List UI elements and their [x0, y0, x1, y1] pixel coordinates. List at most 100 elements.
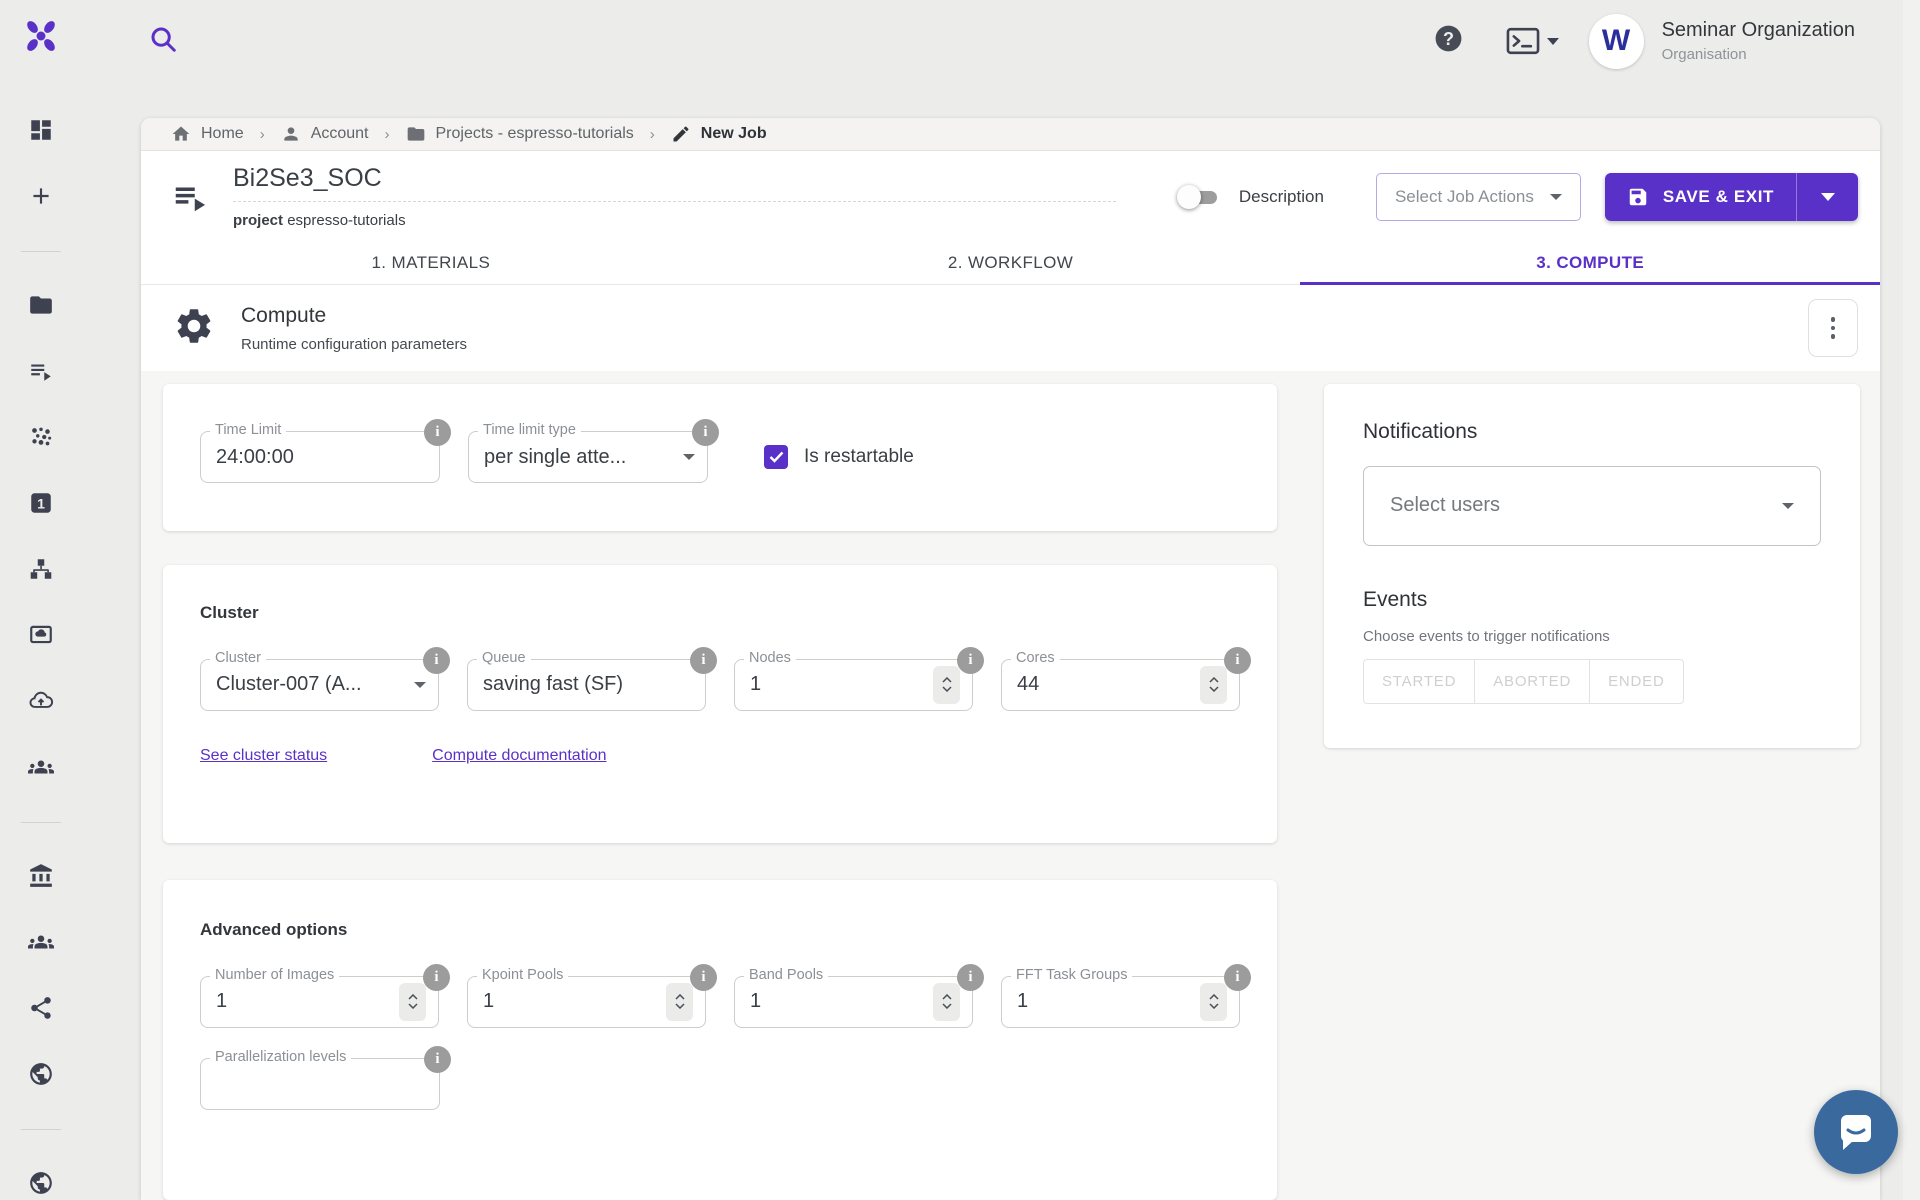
breadcrumb-separator: › — [260, 126, 265, 143]
info-icon[interactable]: i — [957, 647, 984, 674]
scrollbar-track[interactable] — [1903, 0, 1920, 1200]
field-value: Cluster-007 (A... — [216, 673, 408, 696]
info-icon[interactable]: i — [1224, 647, 1251, 674]
compute-docs-link[interactable]: Compute documentation — [432, 747, 606, 765]
field-label: FFT Task Groups — [1011, 967, 1132, 983]
folder-icon[interactable] — [28, 292, 54, 318]
breadcrumb-projects[interactable]: Projects - espresso-tutorials — [406, 124, 634, 144]
breadcrumb-label: Home — [201, 125, 244, 143]
number-spinner[interactable] — [1200, 666, 1227, 704]
chevron-down-icon — [1821, 193, 1835, 201]
number-of-images-stepper[interactable]: Number of Images i 1 — [200, 976, 439, 1028]
event-started-button[interactable]: STARTED — [1363, 659, 1475, 704]
select-users-dropdown[interactable]: Select users — [1363, 466, 1821, 546]
playlist-play-icon[interactable] — [28, 358, 54, 384]
breadcrumb-new-job: New Job — [671, 124, 767, 144]
number-spinner[interactable] — [1200, 983, 1227, 1021]
save-exit-button[interactable]: SAVE & EXIT — [1605, 173, 1796, 221]
organization-switcher[interactable]: Seminar Organization Organisation — [1662, 19, 1855, 63]
search-icon[interactable] — [148, 24, 178, 59]
playlist-play-icon — [171, 178, 209, 221]
project-line: project espresso-tutorials — [233, 212, 1116, 229]
breadcrumb-home[interactable]: Home — [171, 124, 244, 144]
share-icon[interactable] — [28, 995, 54, 1021]
parallelization-levels-field[interactable]: Parallelization levels i — [200, 1058, 440, 1110]
nodes-stepper[interactable]: Nodes i 1 — [734, 659, 973, 711]
globe-icon[interactable] — [28, 1061, 54, 1087]
breadcrumb-account[interactable]: Account — [281, 124, 369, 144]
fft-task-groups-stepper[interactable]: FFT Task Groups i 1 — [1001, 976, 1240, 1028]
number-spinner[interactable] — [399, 983, 426, 1021]
topbar: ? W Seminar Organization Organisation — [82, 0, 1920, 82]
field-label: Nodes — [744, 650, 796, 666]
kebab-menu-button[interactable] — [1808, 299, 1858, 357]
chevron-down-icon — [1782, 503, 1794, 509]
time-limit-type-select[interactable]: Time limit type i per single atte... — [468, 431, 708, 483]
advanced-heading: Advanced options — [200, 920, 1240, 940]
team-icon[interactable] — [28, 929, 54, 955]
job-header-actions: Description Select Job Actions SAVE & EX… — [1177, 173, 1858, 221]
description-toggle[interactable] — [1177, 185, 1221, 209]
image-cloud-icon[interactable] — [28, 622, 54, 648]
info-icon[interactable]: i — [423, 647, 450, 674]
field-value: 1 — [216, 990, 399, 1013]
time-limit-field[interactable]: Time Limit i 24:00:00 — [200, 431, 440, 483]
chevron-down-icon — [1550, 194, 1562, 200]
people-group-icon[interactable] — [28, 754, 54, 780]
avatar[interactable]: W — [1589, 14, 1644, 69]
cluster-status-link[interactable]: See cluster status — [200, 747, 327, 765]
event-aborted-button[interactable]: ABORTED — [1475, 659, 1590, 704]
queue-field[interactable]: Queue i saving fast (SF) — [467, 659, 706, 711]
app-logo-icon[interactable] — [23, 18, 59, 59]
bank-icon[interactable] — [28, 863, 54, 889]
tab-workflow[interactable]: 2. WORKFLOW — [721, 242, 1301, 284]
is-restartable-checkbox[interactable]: Is restartable — [764, 445, 914, 469]
breadcrumb-label: Account — [311, 125, 369, 143]
cluster-heading: Cluster — [200, 603, 1240, 623]
sidebar: 1 — [0, 0, 82, 1200]
breadcrumb: Home › Account › Projects - espresso-tut… — [141, 118, 1880, 151]
field-label: Number of Images — [210, 967, 339, 983]
gear-icon — [173, 305, 215, 352]
job-actions-dropdown[interactable]: Select Job Actions — [1376, 173, 1581, 221]
cluster-panel: Cluster Cluster i Cluster-007 (A... Queu… — [163, 565, 1277, 843]
tab-compute[interactable]: 3. COMPUTE — [1300, 242, 1880, 284]
cores-stepper[interactable]: Cores i 44 — [1001, 659, 1240, 711]
cluster-select[interactable]: Cluster i Cluster-007 (A... — [200, 659, 439, 711]
kpoint-pools-stepper[interactable]: Kpoint Pools i 1 — [467, 976, 706, 1028]
number-spinner[interactable] — [666, 983, 693, 1021]
molecule-dots-icon[interactable] — [28, 424, 54, 450]
chat-bubble-button[interactable] — [1814, 1090, 1898, 1174]
number-spinner[interactable] — [933, 983, 960, 1021]
sidebar-divider — [21, 822, 61, 823]
folder-icon — [406, 124, 426, 144]
info-icon[interactable]: i — [424, 419, 451, 446]
info-icon[interactable]: i — [424, 1046, 451, 1073]
info-icon[interactable]: i — [1224, 964, 1251, 991]
number-spinner[interactable] — [933, 666, 960, 704]
terminal-icon[interactable] — [1506, 27, 1559, 55]
svg-text:?: ? — [1443, 29, 1454, 49]
one-square-icon[interactable]: 1 — [28, 490, 54, 516]
globe-partial-icon[interactable] — [28, 1170, 54, 1196]
info-icon[interactable]: i — [690, 964, 717, 991]
info-icon[interactable]: i — [957, 964, 984, 991]
save-exit-split-button: SAVE & EXIT — [1605, 173, 1858, 221]
tab-materials[interactable]: 1. MATERIALS — [141, 242, 721, 284]
pencil-icon — [671, 124, 691, 144]
field-value: 24:00:00 — [216, 446, 427, 469]
breadcrumb-label: New Job — [701, 125, 767, 143]
info-icon[interactable]: i — [423, 964, 450, 991]
hierarchy-icon[interactable] — [28, 556, 54, 582]
job-name-input[interactable]: Bi2Se3_SOC — [233, 164, 1116, 202]
cloud-upload-icon[interactable] — [28, 688, 54, 714]
field-label: Cores — [1011, 650, 1060, 666]
event-ended-button[interactable]: ENDED — [1590, 659, 1684, 704]
info-icon[interactable]: i — [690, 647, 717, 674]
save-options-button[interactable] — [1796, 173, 1858, 221]
plus-icon[interactable] — [28, 183, 54, 209]
help-icon[interactable]: ? — [1433, 23, 1464, 59]
info-icon[interactable]: i — [692, 419, 719, 446]
band-pools-stepper[interactable]: Band Pools i 1 — [734, 976, 973, 1028]
dashboard-icon[interactable] — [28, 117, 54, 143]
